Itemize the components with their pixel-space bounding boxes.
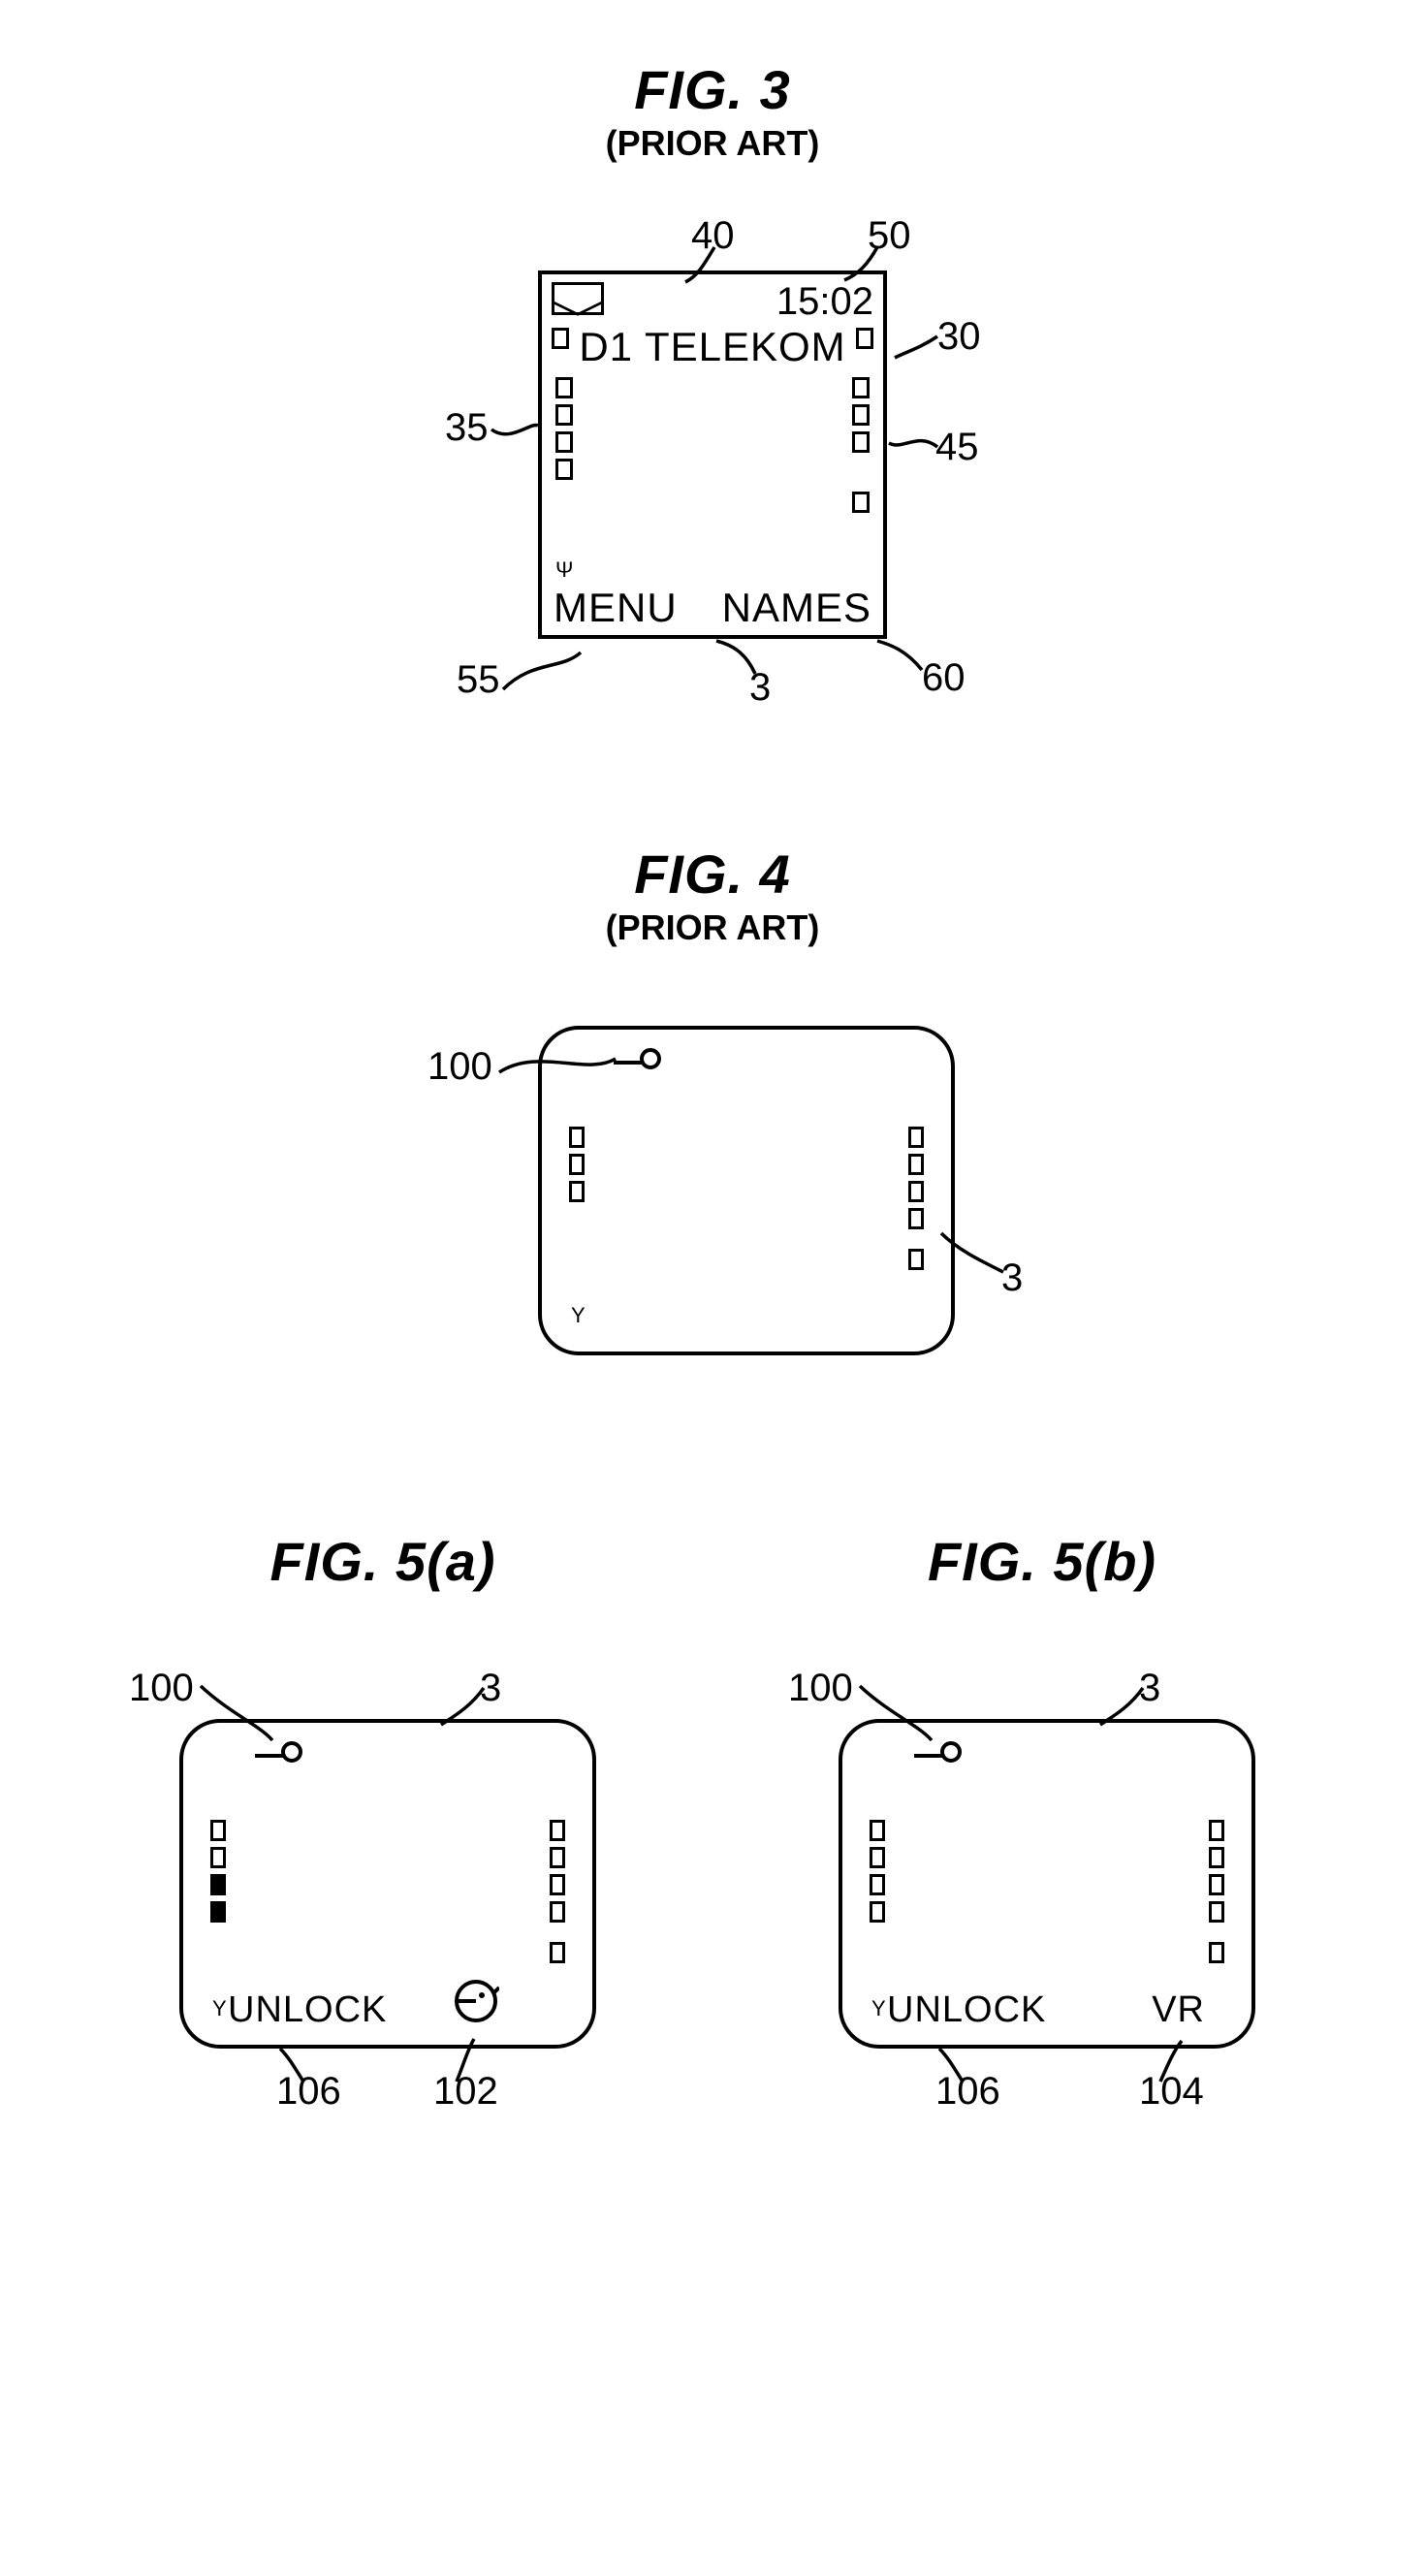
callout-100: 100: [788, 1667, 853, 1710]
battery-right-icon: [550, 1820, 565, 1963]
fig3-status-row: 15:02: [542, 274, 883, 324]
fig4-title: FIG. 4: [634, 843, 791, 906]
callout-45: 45: [935, 426, 979, 469]
signal-left-bar: [555, 377, 573, 480]
envelope-icon: [552, 282, 604, 315]
fig4-subtitle: (PRIOR ART): [606, 907, 820, 948]
key-icon: [910, 1740, 965, 1776]
names-softkey[interactable]: NAMES: [722, 585, 871, 631]
fig3-carrier: D1 TELEKOM: [579, 324, 845, 370]
figure-5b: FIG. 5(b) Y UNLOCK VR 100 3: [771, 1530, 1314, 2116]
figure-5a: FIG. 5(a) Y UNLOCK 100: [111, 1530, 654, 2116]
fig3-time: 15:02: [776, 280, 873, 324]
callout-40: 40: [691, 214, 735, 258]
callout-60: 60: [922, 656, 966, 700]
unlock-softkey[interactable]: UNLOCK: [228, 1989, 387, 2031]
face-icon: [453, 1978, 499, 2029]
signal-left-icon: [870, 1820, 885, 1923]
callout-106: 106: [935, 2070, 1000, 2114]
callout-30: 30: [937, 315, 981, 359]
fig4-screen: Y: [538, 1026, 955, 1355]
callout-104: 104: [1139, 2070, 1204, 2114]
fig3-carrier-row: D1 TELEKOM: [542, 324, 883, 370]
antenna-icon: Y: [571, 1303, 586, 1328]
signal-left-icon: [569, 1127, 585, 1202]
figure-5-row: FIG. 5(a) Y UNLOCK 100: [0, 1530, 1425, 2116]
callout-50: 50: [868, 214, 911, 258]
callout-100: 100: [129, 1667, 194, 1710]
callout-35: 35: [445, 406, 489, 450]
fig5a-canvas: Y UNLOCK 100 3 106 102: [111, 1632, 654, 2116]
fig3-subtitle: (PRIOR ART): [606, 123, 820, 164]
callout-100: 100: [428, 1045, 492, 1089]
callout-3: 3: [1001, 1256, 1023, 1300]
signal-left-icon: [210, 1820, 226, 1923]
vr-softkey[interactable]: VR: [1152, 1989, 1205, 2031]
figure-3: FIG. 3 (PRIOR ART) 15:02 D1 TELEKOM: [0, 58, 1425, 707]
fig3-softkeys: MENU NAMES: [542, 585, 883, 631]
battery-right-icon: [856, 328, 873, 349]
key-icon: [251, 1740, 305, 1776]
battery-right-icon: [1209, 1820, 1224, 1963]
callout-55: 55: [457, 658, 500, 702]
callout-106: 106: [276, 2070, 341, 2114]
fig5a-title: FIG. 5(a): [269, 1530, 495, 1593]
fig3-title: FIG. 3: [634, 58, 791, 121]
callout-3: 3: [749, 666, 771, 710]
fig5b-screen: Y UNLOCK VR: [839, 1719, 1255, 2049]
unlock-softkey[interactable]: UNLOCK: [887, 1989, 1046, 2031]
antenna-icon: Y: [871, 1996, 886, 2021]
battery-right-bar: [852, 377, 870, 513]
fig4-canvas: Y 100 3: [364, 987, 1061, 1394]
fig5b-title: FIG. 5(b): [928, 1530, 1156, 1593]
fig3-screen: 15:02 D1 TELEKOM: [538, 270, 887, 639]
fig5b-canvas: Y UNLOCK VR 100 3 106 104: [771, 1632, 1314, 2116]
battery-right-icon: [908, 1127, 924, 1270]
callout-3: 3: [1139, 1667, 1160, 1710]
callout-102: 102: [433, 2070, 498, 2114]
key-icon: [610, 1047, 664, 1083]
antenna-icon: Y: [212, 1996, 227, 2021]
signal-left-icon: [552, 328, 569, 349]
fig5a-screen: Y UNLOCK: [179, 1719, 596, 2049]
menu-softkey[interactable]: MENU: [554, 585, 678, 631]
fig3-canvas: 15:02 D1 TELEKOM: [373, 203, 1052, 707]
callout-3: 3: [480, 1667, 501, 1710]
figure-4: FIG. 4 (PRIOR ART) Y 100 3: [0, 843, 1425, 1394]
antenna-icon: Ψ: [555, 557, 573, 583]
